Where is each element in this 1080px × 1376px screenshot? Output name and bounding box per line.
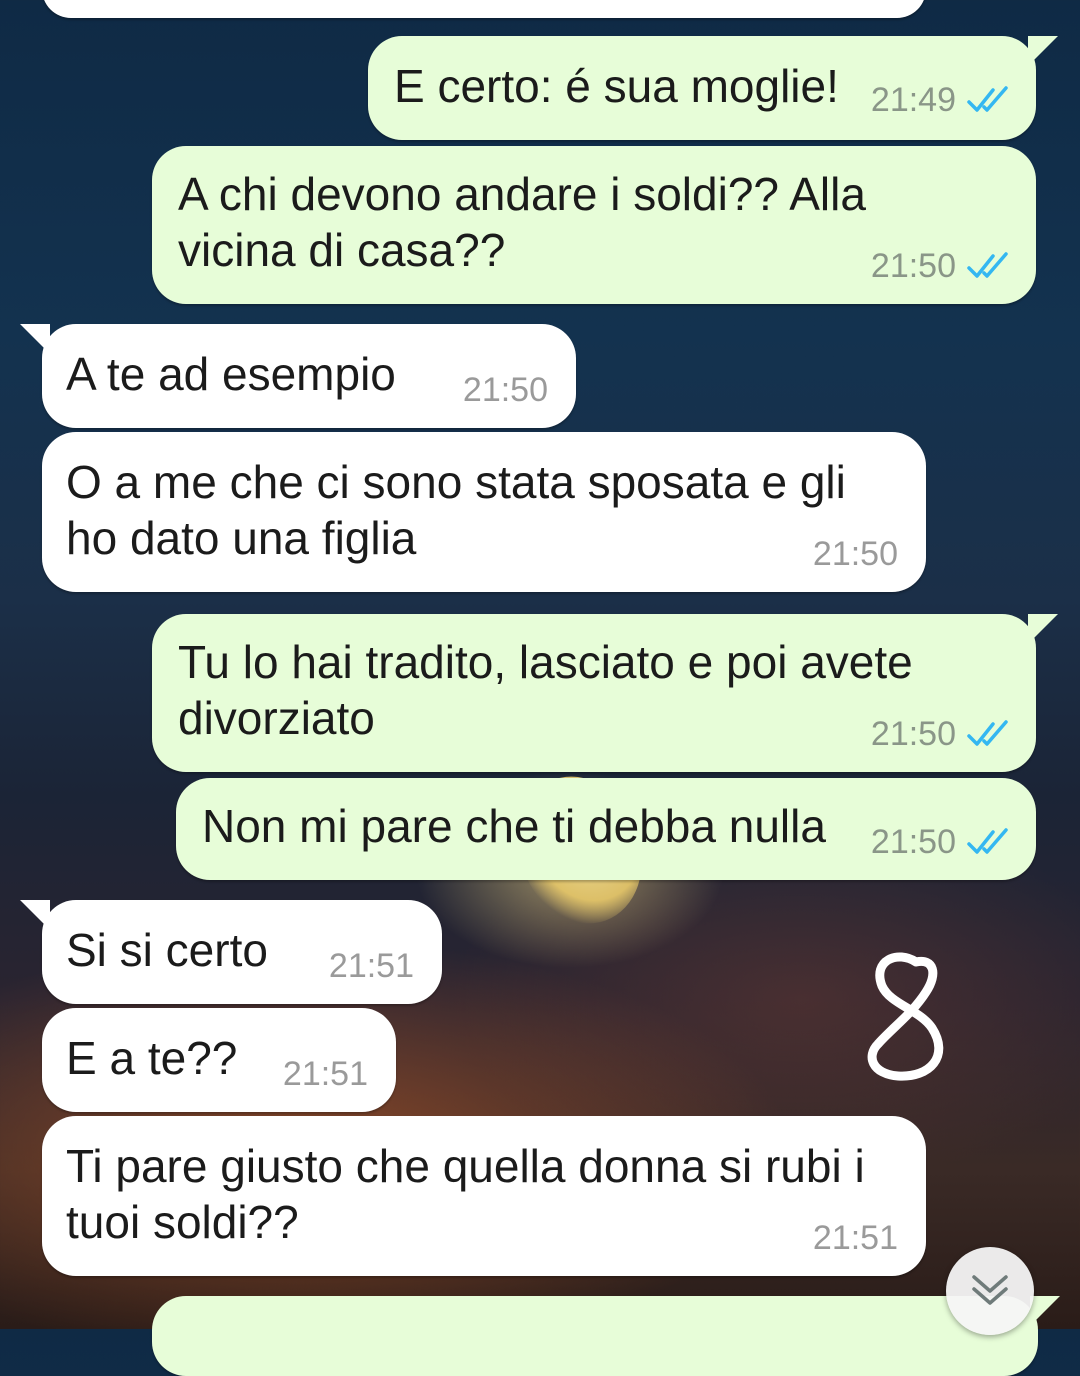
message-meta: 21:50 — [871, 246, 1010, 286]
message-text: Tu lo hai tradito, lasciato e poi avete — [178, 636, 913, 688]
message-text: E certo: é sua moglie! — [394, 60, 839, 112]
message-text: O a me che ci sono stata sposata e gli — [66, 456, 846, 508]
message-meta: 21:50 — [813, 534, 898, 574]
message-meta: 21:49 — [871, 80, 1010, 120]
message-meta: 21:50 — [871, 714, 1010, 754]
scroll-to-bottom-button[interactable] — [946, 1247, 1034, 1335]
message-time: 21:49 — [870, 81, 956, 119]
message-text: E a te?? — [66, 1032, 238, 1084]
message-text: vicina di casa?? — [178, 224, 506, 276]
message-time: 21:51 — [328, 947, 414, 985]
double-check-icon — [967, 252, 1008, 278]
message-text: A chi devono andare i soldi?? Alla — [178, 168, 866, 220]
message-text: ho dato una figlia — [66, 512, 417, 564]
next-message-bubble[interactable] — [152, 1296, 1060, 1376]
message-bubble-incoming[interactable]: E a te?? 21:51 — [42, 1008, 396, 1112]
double-check-icon — [967, 720, 1008, 746]
message-text: A te ad esempio — [66, 348, 396, 400]
message-time: 21:50 — [812, 535, 898, 573]
double-chevron-down-icon — [972, 1275, 1008, 1305]
message-bubble-outgoing[interactable]: E certo: é sua moglie! 21:49 — [368, 36, 1058, 140]
message-time: 21:50 — [870, 247, 956, 285]
message-meta: 21:50 — [871, 822, 1010, 862]
message-text: Si si certo — [66, 924, 268, 976]
message-bubble-incoming[interactable]: Ti pare giusto che quella donna si rubi … — [42, 1116, 926, 1276]
message-meta: 21:51 — [813, 1218, 898, 1258]
message-time: 21:50 — [870, 823, 956, 861]
message-bubble-outgoing[interactable]: Non mi pare che ti debba nulla 21:50 — [176, 778, 1036, 880]
double-check-icon — [967, 828, 1008, 854]
message-text: Non mi pare che ti debba nulla — [202, 800, 826, 852]
message-time: 21:51 — [282, 1055, 368, 1093]
message-bubble-incoming[interactable]: O a me che ci sono stata sposata e gli h… — [42, 432, 926, 592]
message-text: tuoi soldi?? — [66, 1196, 299, 1248]
message-text: divorziato — [178, 692, 375, 744]
double-check-icon — [967, 86, 1008, 112]
message-bubble-outgoing[interactable]: Tu lo hai tradito, lasciato e poi avete … — [152, 614, 1058, 772]
message-meta: 21:51 — [283, 1054, 368, 1094]
message-time: 21:51 — [812, 1219, 898, 1257]
message-bubble-outgoing[interactable]: A chi devono andare i soldi?? Alla vicin… — [152, 146, 1036, 304]
message-meta: 21:51 — [329, 946, 414, 986]
message-time: 21:50 — [462, 371, 548, 409]
message-bubble-incoming[interactable]: Si si certo 21:51 — [20, 900, 442, 1004]
message-text: Ti pare giusto che quella donna si rubi … — [66, 1140, 865, 1192]
message-time: 21:50 — [870, 715, 956, 753]
handwritten-annotation: 8 — [867, 952, 944, 1081]
previous-message-bubble[interactable] — [42, 0, 926, 18]
message-bubble-incoming[interactable]: A te ad esempio 21:50 — [20, 324, 576, 428]
message-meta: 21:50 — [463, 370, 548, 410]
